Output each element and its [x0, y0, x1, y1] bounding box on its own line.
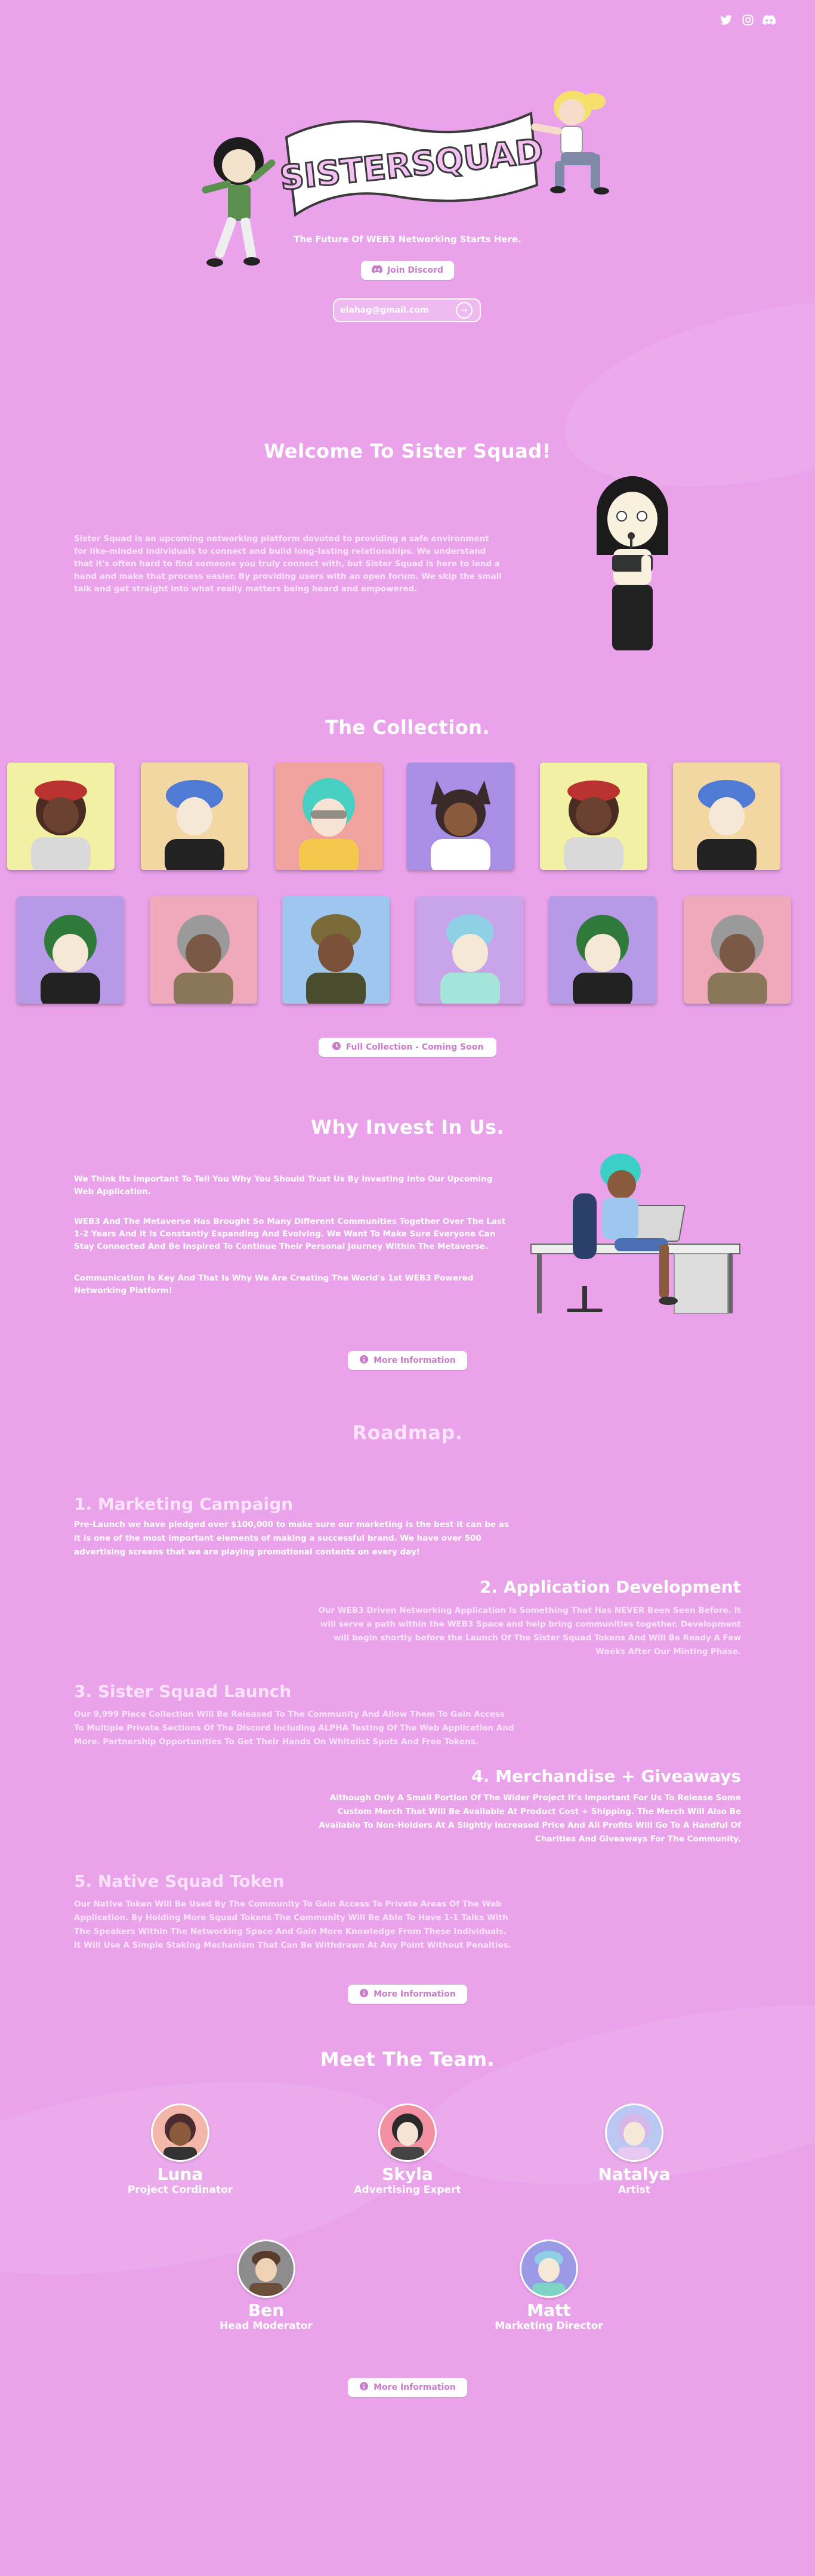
welcome-title: Welcome To Sister Squad! [264, 440, 551, 462]
avatar [151, 2103, 209, 2162]
roadmap-item-3-text: Our 9,999 Piece Collection Will Be Relea… [74, 1710, 514, 1747]
nft-card[interactable] [150, 896, 257, 1004]
invest-paragraph-2: WEB3 And The Metaverse Has Brought So Ma… [74, 1217, 506, 1251]
member-role: Marketing Director [495, 2320, 603, 2332]
nft-card[interactable] [673, 763, 780, 870]
invest-paragraph-3: Communication Is Key And That Is Why We … [74, 1273, 474, 1295]
roadmap-item-2-title: 2. Application Development [479, 1577, 741, 1597]
social-links [720, 13, 776, 26]
invest-more-info-label: More Information [373, 1356, 456, 1365]
invest-more-info-button[interactable]: More Information [348, 1351, 467, 1370]
member-role: Advertising Expert [354, 2184, 461, 2196]
roadmap-title: Roadmap. [352, 1421, 463, 1444]
roadmap-item-5-text: Our Native Token Will Be Used By The Com… [74, 1899, 511, 1950]
team-more-info-label: More Information [373, 2383, 456, 2392]
member-name: Skyla [382, 2164, 433, 2184]
email-input[interactable]: elahag@gmail.com [340, 306, 429, 315]
roadmap-more-info-label: More Information [373, 1989, 456, 1999]
info-icon [359, 1355, 369, 1366]
info-icon [359, 2381, 369, 2393]
team-more-info-button[interactable]: More Information [348, 2378, 467, 2397]
nft-card[interactable] [282, 896, 390, 1004]
join-discord-label: Join Discord [387, 266, 444, 275]
nft-card[interactable] [416, 896, 524, 1004]
twitter-icon[interactable] [720, 13, 733, 26]
roadmap-item-4-text: Although Only A Small Portion Of The Wid… [319, 1793, 741, 1844]
roadmap-item-1-title: 1. Marketing Campaign [74, 1494, 294, 1514]
roadmap-item-3-title: 3. Sister Squad Launch [74, 1682, 292, 1701]
discord-icon [371, 265, 383, 276]
nft-card[interactable] [540, 763, 647, 870]
roadmap-more-info-button[interactable]: More Information [348, 1985, 467, 2004]
logo-banner: SISTERSQUAD [277, 112, 546, 217]
team-member-skyla: Skyla Advertising Expert [336, 2103, 479, 2196]
member-role: Project Cordinator [127, 2184, 233, 2196]
discord-icon[interactable] [762, 13, 776, 26]
invest-title: Why Invest In Us. [310, 1116, 505, 1139]
avatar [378, 2103, 437, 2162]
join-discord-button[interactable]: Join Discord [361, 261, 454, 280]
member-name: Luna [157, 2164, 203, 2184]
info-icon [359, 1988, 369, 2000]
invest-illustration [525, 1149, 746, 1328]
nft-card[interactable] [684, 896, 791, 1004]
invest-paragraph-1: We Think Its Important To Tell You Why Y… [74, 1174, 493, 1196]
collection-title: The Collection. [325, 716, 490, 739]
clock-icon [332, 1041, 341, 1053]
roadmap-item-5-title: 5. Native Squad Token [74, 1871, 285, 1891]
nft-card[interactable] [407, 763, 514, 870]
hero-tagline: The Future Of WEB3 Networking Starts Her… [294, 234, 521, 245]
email-subscribe-field[interactable]: elahag@gmail.com → [333, 298, 481, 322]
nft-card[interactable] [7, 763, 115, 870]
roadmap-item-4-title: 4. Merchandise + Giveaways [471, 1766, 741, 1786]
nft-card[interactable] [549, 896, 656, 1004]
submit-arrow-icon[interactable]: → [456, 302, 473, 319]
avatar [237, 2239, 295, 2298]
avatar [605, 2103, 663, 2162]
member-name: Natalya [598, 2164, 671, 2184]
full-collection-button[interactable]: Full Collection - Coming Soon [319, 1038, 496, 1057]
nft-card[interactable] [275, 763, 382, 870]
team-member-ben: Ben Head Moderator [195, 2239, 338, 2332]
left-character [202, 137, 276, 267]
nft-card[interactable] [17, 896, 124, 1004]
hero-illustration: SISTERSQUAD [0, 78, 815, 274]
avatar [520, 2239, 578, 2298]
member-role: Artist [618, 2184, 650, 2196]
instagram-icon[interactable] [741, 13, 754, 26]
roadmap-item-2-text: Our WEB3 Driven Networking Application I… [318, 1606, 741, 1656]
roadmap-item-1-text: Pre-Launch we have pledged over $100,000… [74, 1520, 510, 1557]
team-member-natalya: Natalya Artist [563, 2103, 706, 2196]
nft-card[interactable] [141, 763, 248, 870]
team-member-matt: Matt Marketing Director [477, 2239, 620, 2332]
team-member-luna: Luna Project Cordinator [109, 2103, 252, 2196]
member-role: Head Moderator [220, 2320, 313, 2332]
right-character [531, 91, 609, 195]
member-name: Ben [248, 2300, 285, 2320]
welcome-body: Sister Squad is an upcoming networking p… [74, 534, 502, 594]
team-title: Meet The Team. [320, 2048, 495, 2071]
full-collection-label: Full Collection - Coming Soon [345, 1042, 484, 1052]
welcome-character [573, 471, 692, 662]
member-name: Matt [527, 2300, 571, 2320]
